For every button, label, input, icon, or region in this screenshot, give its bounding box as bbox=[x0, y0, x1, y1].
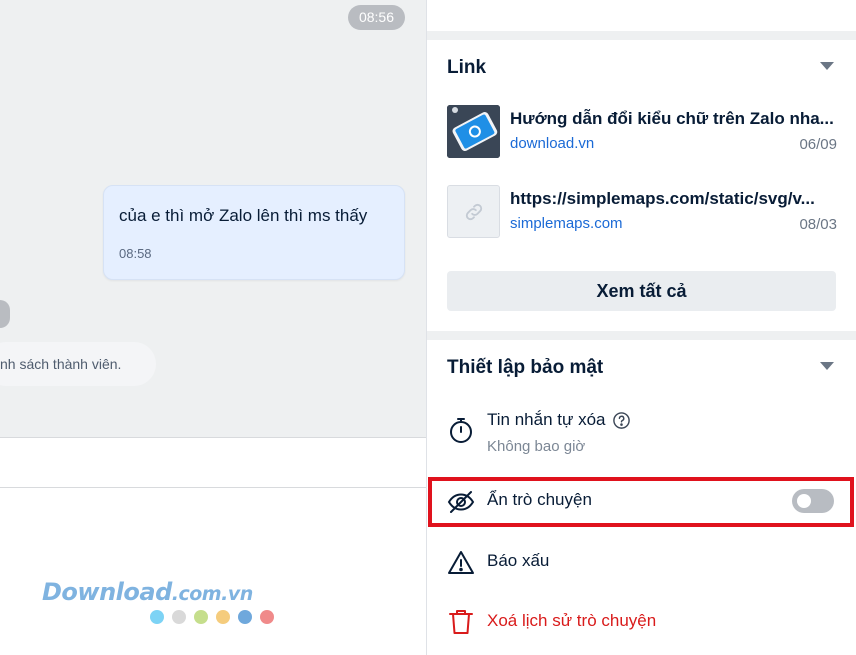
report-label: Báo xấu bbox=[487, 551, 550, 570]
chat-message-area: 08:56 của e thì mở Zalo lên thì ms thấy … bbox=[0, 0, 426, 437]
highlight-box bbox=[428, 477, 854, 527]
auto-delete-value: Không bao giờ bbox=[487, 438, 586, 455]
caret-down-icon[interactable] bbox=[820, 362, 834, 370]
conversation-info-panel: Link Hướng dẫn đổi kiểu chữ trên Zalo nh… bbox=[427, 0, 856, 655]
link-chain-icon bbox=[465, 203, 482, 220]
system-message: nh sách thành viên. bbox=[0, 342, 156, 386]
caret-down-icon[interactable] bbox=[820, 62, 834, 70]
watermark-logo: Download.com.vn bbox=[42, 578, 253, 606]
auto-delete-setting[interactable]: Tin nhắn tự xóa Không bao giờ bbox=[447, 400, 836, 464]
watermark-dot bbox=[150, 610, 164, 624]
watermark-suffix: .com.vn bbox=[171, 583, 253, 605]
watermark-dot bbox=[194, 610, 208, 624]
help-circle-icon[interactable] bbox=[612, 411, 631, 430]
warning-icon bbox=[448, 551, 474, 574]
auto-delete-label: Tin nhắn tự xóa bbox=[487, 410, 606, 429]
watermark-dot bbox=[216, 610, 230, 624]
watermark-dot bbox=[238, 610, 252, 624]
link-title: https://simplemaps.com/static/svg/v... bbox=[510, 189, 815, 208]
delete-history-item[interactable]: Xoá lịch sử trò chuyện bbox=[447, 601, 836, 641]
time-divider: 08:56 bbox=[348, 5, 405, 30]
timer-icon bbox=[450, 418, 472, 443]
watermark-brand: Download bbox=[42, 578, 172, 606]
section-separator bbox=[427, 331, 856, 340]
links-section-title: Link bbox=[447, 57, 487, 78]
link-date: 06/09 bbox=[799, 136, 837, 153]
report-item[interactable]: Báo xấu bbox=[447, 541, 836, 581]
watermark-dots bbox=[150, 610, 274, 624]
section-separator bbox=[427, 31, 856, 40]
trash-icon bbox=[449, 610, 473, 634]
link-thumbnail bbox=[447, 185, 500, 238]
link-item[interactable]: Hướng dẫn đổi kiểu chữ trên Zalo nha... … bbox=[447, 105, 837, 159]
delete-history-label: Xoá lịch sử trò chuyện bbox=[487, 611, 657, 630]
message-text: của e thì mở Zalo lên thì ms thấy bbox=[119, 206, 368, 225]
partial-pill bbox=[0, 300, 10, 328]
link-title: Hướng dẫn đổi kiểu chữ trên Zalo nha... bbox=[510, 109, 834, 128]
link-date: 08/03 bbox=[799, 216, 837, 233]
chat-toolbar[interactable] bbox=[0, 437, 426, 488]
link-domain[interactable]: simplemaps.com bbox=[510, 215, 623, 232]
security-section-title: Thiết lập bảo mật bbox=[447, 357, 604, 378]
link-thumbnail bbox=[447, 105, 500, 158]
view-all-links-button[interactable]: Xem tất cả bbox=[447, 271, 836, 311]
link-item[interactable]: https://simplemaps.com/static/svg/v... s… bbox=[447, 185, 837, 239]
link-domain[interactable]: download.vn bbox=[510, 135, 594, 152]
watermark-dot bbox=[172, 610, 186, 624]
watermark-dot bbox=[260, 610, 274, 624]
message-bubble[interactable]: của e thì mở Zalo lên thì ms thấy 08:58 bbox=[103, 185, 405, 280]
chat-input-area[interactable] bbox=[0, 489, 426, 655]
message-time: 08:58 bbox=[119, 246, 152, 261]
